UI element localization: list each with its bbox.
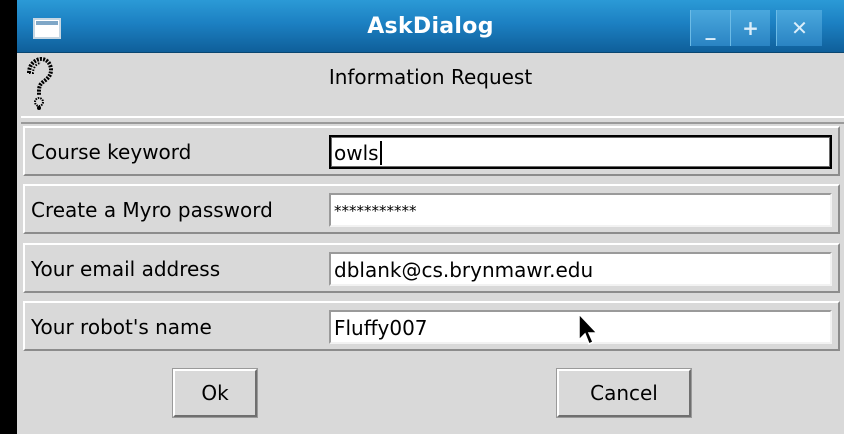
course-keyword-label: Course keyword <box>31 140 192 164</box>
password-input[interactable]: *********** <box>329 193 832 227</box>
password-label: Create a Myro password <box>31 198 273 222</box>
window-menu-icon[interactable] <box>33 18 61 39</box>
cancel-button[interactable]: Cancel <box>556 368 692 418</box>
course-keyword-input[interactable]: owls <box>329 135 832 169</box>
course-keyword-value: owls <box>334 141 379 165</box>
header-separator <box>21 116 844 124</box>
minimize-button[interactable]: _ <box>690 10 730 46</box>
dialog-header: Information Request <box>17 53 844 115</box>
field-row-email: Your email address dblank@cs.brynmawr.ed… <box>23 243 840 293</box>
field-row-robot-name: Your robot's name Fluffy007 <box>23 301 840 351</box>
ok-button[interactable]: Ok <box>172 368 258 418</box>
mouse-pointer-icon <box>578 312 599 346</box>
email-input[interactable]: dblank@cs.brynmawr.edu <box>329 252 832 286</box>
information-request-label: Information Request <box>328 65 533 89</box>
maximize-button[interactable]: + <box>730 10 770 46</box>
title-bar[interactable]: AskDialog _ + ✕ <box>17 0 844 53</box>
button-bar: Ok Cancel <box>23 358 840 428</box>
robot-name-label: Your robot's name <box>31 315 212 339</box>
text-caret <box>379 141 382 165</box>
email-label: Your email address <box>31 257 221 281</box>
field-row-course-keyword: Course keyword owls <box>23 126 840 176</box>
close-button[interactable]: ✕ <box>776 10 822 46</box>
ask-dialog-window: AskDialog _ + ✕ Information Request Cour… <box>17 0 844 434</box>
field-row-password: Create a Myro password *********** <box>23 184 840 234</box>
